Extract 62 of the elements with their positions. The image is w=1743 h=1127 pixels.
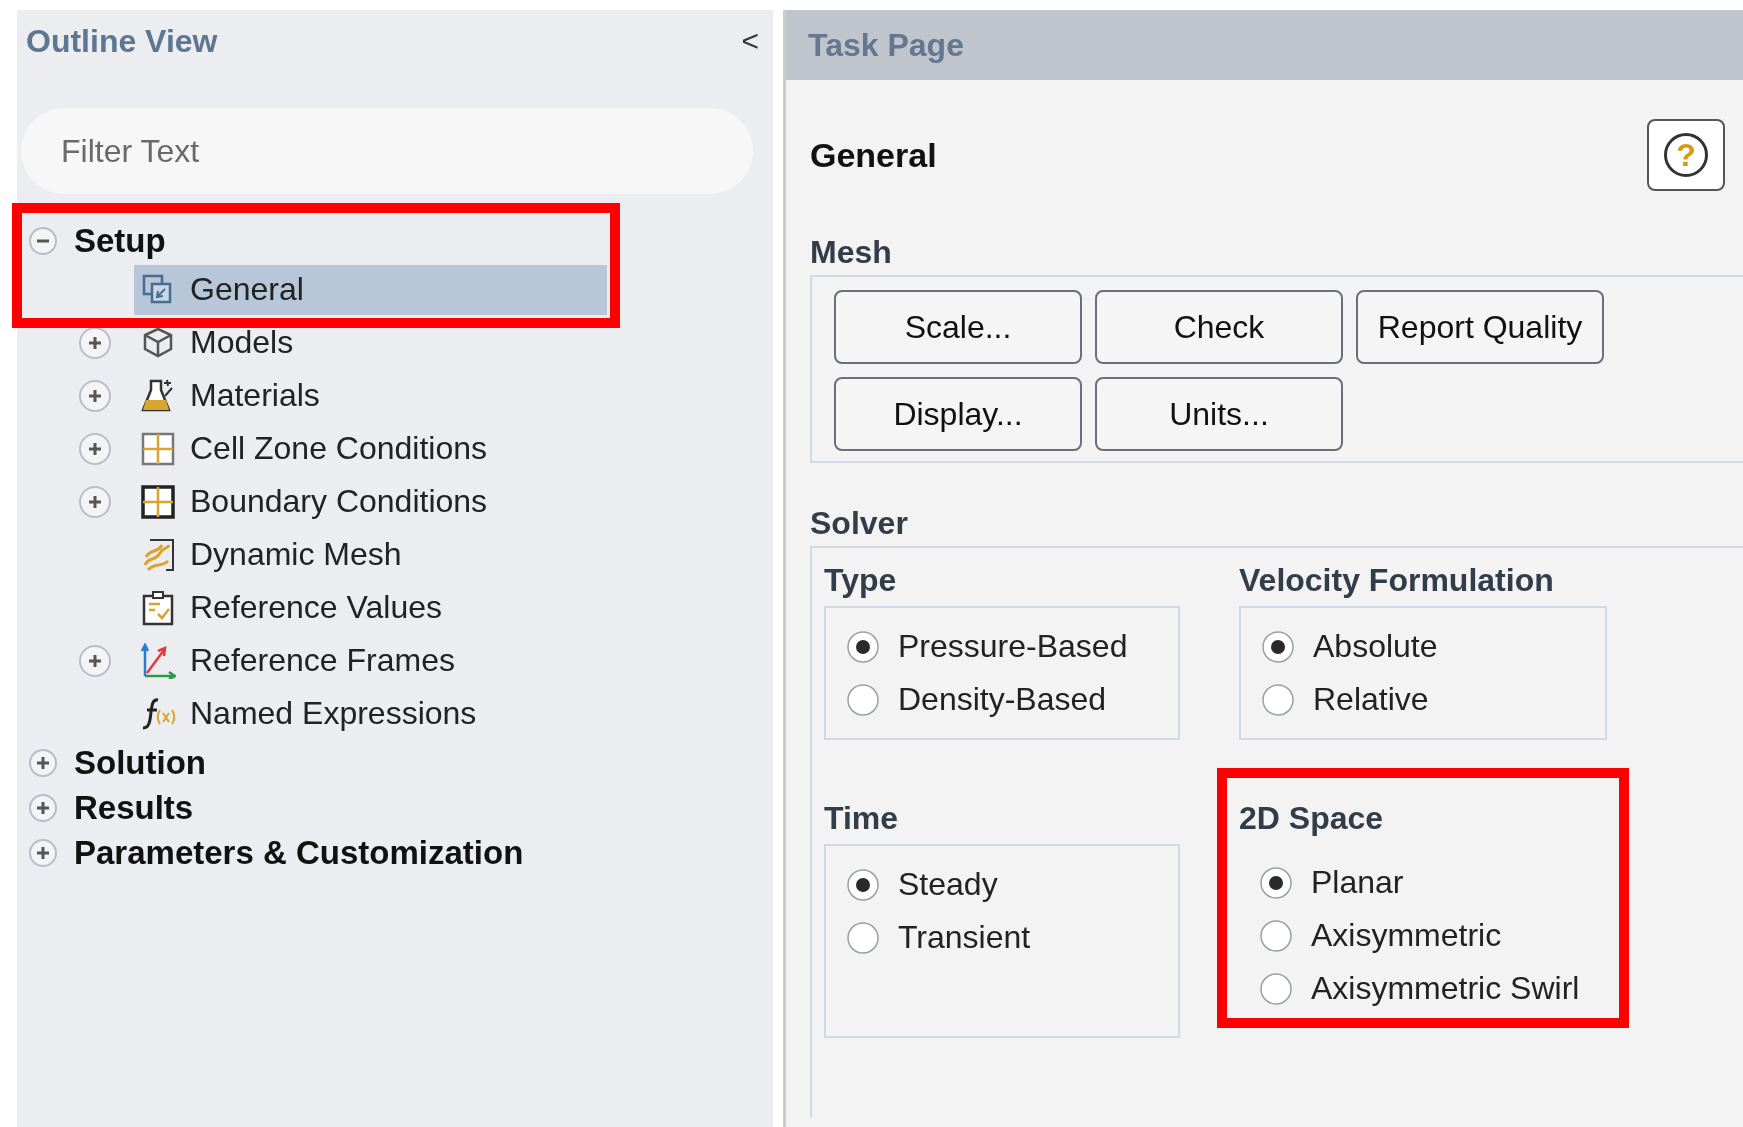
group-label: Velocity Formulation xyxy=(1239,562,1555,600)
section-label: Solver xyxy=(810,505,909,542)
grid-icon xyxy=(140,483,176,520)
expander-icon[interactable] xyxy=(28,225,58,256)
mesh-button[interactable]: Display... xyxy=(834,377,1082,451)
mesh-button[interactable]: Units... xyxy=(1095,377,1343,451)
mesh-button[interactable]: Check xyxy=(1095,290,1343,364)
function-icon xyxy=(140,695,176,732)
tree-item[interactable]: Parameters & Customization xyxy=(74,833,524,872)
collapse-button[interactable]: < xyxy=(737,24,763,58)
tree-item[interactable]: Models xyxy=(134,317,302,368)
radio-option[interactable]: Density-Based xyxy=(846,673,1178,726)
expander-icon[interactable] xyxy=(78,378,112,413)
tree-item[interactable]: Setup xyxy=(74,221,166,260)
radio-option[interactable]: Transient xyxy=(846,911,1178,964)
expander-icon[interactable] xyxy=(28,747,58,778)
grid-icon xyxy=(140,430,176,467)
clipboard-icon xyxy=(140,589,176,626)
section-label: Mesh xyxy=(810,234,893,271)
group-label: Time xyxy=(824,800,900,838)
panel-title: Task Page xyxy=(808,26,964,64)
tree-item[interactable]: Dynamic Mesh xyxy=(134,529,410,580)
radio-button[interactable] xyxy=(1261,629,1295,664)
tree-item[interactable]: Named Expressions xyxy=(134,688,485,739)
filter-field[interactable]: Filter Text xyxy=(21,108,753,194)
radio-button[interactable] xyxy=(846,867,880,902)
tree-item[interactable]: Cell Zone Conditions xyxy=(134,423,496,474)
flask-icon xyxy=(140,377,176,414)
group-label: Type xyxy=(824,562,898,600)
group-label: 2D Space xyxy=(1239,800,1385,838)
tree-item[interactable]: Reference Frames xyxy=(134,635,463,686)
radio-option[interactable]: Axisymmetric xyxy=(1259,909,1607,962)
radio-button[interactable] xyxy=(1259,865,1293,900)
radio-option[interactable]: Steady xyxy=(846,858,1178,911)
mesh-button[interactable]: Scale... xyxy=(834,290,1082,364)
radio-option[interactable]: Planar xyxy=(1259,856,1607,909)
panel-title: Outline View xyxy=(26,22,218,60)
radio-button[interactable] xyxy=(846,682,880,717)
tree-item[interactable]: General xyxy=(134,264,607,315)
mesh-button[interactable]: Report Quality xyxy=(1356,290,1604,364)
radio-option[interactable]: Absolute xyxy=(1261,620,1605,673)
radio-option[interactable]: Relative xyxy=(1261,673,1605,726)
radio-button[interactable] xyxy=(846,920,880,955)
tree-item[interactable]: Materials xyxy=(134,370,328,421)
radio-button[interactable] xyxy=(846,629,880,664)
expander-icon[interactable] xyxy=(78,643,112,678)
expander-icon[interactable] xyxy=(28,837,58,868)
expander-icon[interactable] xyxy=(78,431,112,466)
radio-button[interactable] xyxy=(1259,918,1293,953)
page-heading: General xyxy=(810,135,937,175)
radio-button[interactable] xyxy=(1261,682,1295,717)
tree-item[interactable]: Reference Values xyxy=(134,582,450,633)
tree-item[interactable]: Results xyxy=(74,788,194,827)
expander-icon[interactable] xyxy=(78,484,112,519)
radio-button[interactable] xyxy=(1259,971,1293,1006)
radio-option[interactable]: Pressure-Based xyxy=(846,620,1178,673)
tree-item[interactable]: Solution xyxy=(74,743,206,782)
axes-icon xyxy=(140,642,176,679)
expander-icon[interactable] xyxy=(28,792,58,823)
radio-option[interactable]: Axisymmetric Swirl xyxy=(1259,962,1607,1015)
tree-item[interactable]: Boundary Conditions xyxy=(134,476,496,527)
expander-icon[interactable] xyxy=(78,325,112,360)
